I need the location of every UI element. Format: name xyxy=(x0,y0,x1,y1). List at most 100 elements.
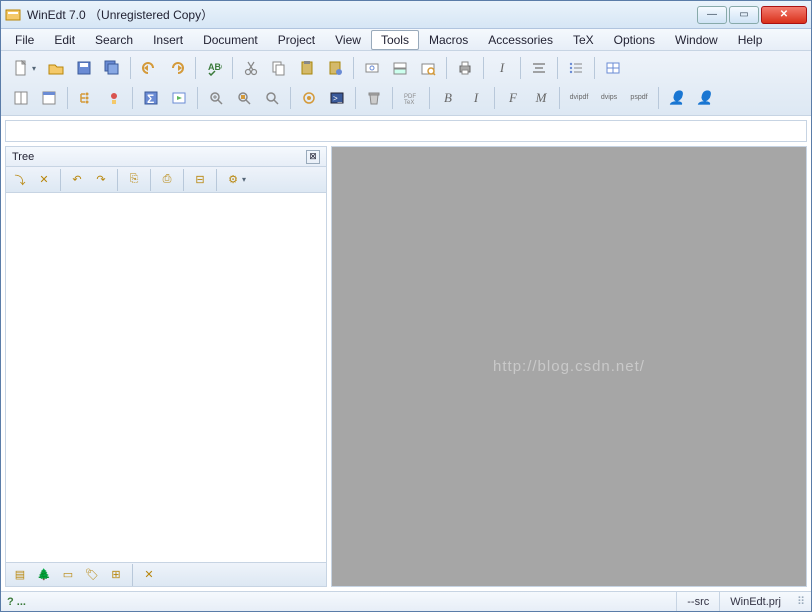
branch-left-icon: ↶ xyxy=(72,173,81,186)
trash-icon xyxy=(366,90,382,106)
undo-button[interactable] xyxy=(136,56,162,80)
menu-project[interactable]: Project xyxy=(268,30,325,50)
view-list-button[interactable]: ▤ xyxy=(9,565,31,585)
cut-button[interactable] xyxy=(238,56,264,80)
new-doc-button[interactable] xyxy=(8,56,34,80)
find-in-files-button[interactable] xyxy=(415,56,441,80)
trash-button[interactable] xyxy=(361,86,387,110)
tree-config-button[interactable] xyxy=(101,86,127,110)
sigma-button[interactable]: ΣΣ xyxy=(138,86,164,110)
close-x-button[interactable]: ✕ xyxy=(138,565,160,585)
expand-button[interactable]: ⤵ xyxy=(9,170,31,190)
dvi-ps-button[interactable]: dvips xyxy=(595,86,623,110)
resize-grip[interactable]: ⠿ xyxy=(791,595,805,608)
save-all-button[interactable] xyxy=(99,56,125,80)
pin-icon[interactable]: ⊠ xyxy=(306,150,320,164)
window-split-button[interactable] xyxy=(8,86,34,110)
zoom-page-button[interactable] xyxy=(259,86,285,110)
tree-body[interactable] xyxy=(6,193,326,562)
dropdown-arrow-icon[interactable]: ▾ xyxy=(32,64,40,73)
titlebar: WinEdt 7.0 （Unregistered Copy） — ▭ ✕ xyxy=(1,1,811,29)
person1-button[interactable]: 👤 xyxy=(664,86,690,110)
view-tree-button[interactable]: 🌲 xyxy=(33,565,55,585)
ps-pdf-button[interactable]: pspdf xyxy=(625,86,653,110)
window-new-button[interactable] xyxy=(36,86,62,110)
branch-right-button[interactable]: ↷ xyxy=(90,170,112,190)
menu-insert[interactable]: Insert xyxy=(143,30,193,50)
font-m-button[interactable]: M xyxy=(528,86,554,110)
run-macro-button[interactable] xyxy=(166,86,192,110)
window-new-icon xyxy=(41,90,57,106)
view-tags-button[interactable]: 🏷 xyxy=(81,565,103,585)
view-flat-button[interactable]: ▭ xyxy=(57,565,79,585)
view-list-icon: ▤ xyxy=(15,568,25,581)
view-mixed-button[interactable]: ⊞ xyxy=(105,565,127,585)
statusbar: ? ... --src WinEdt.prj ⠿ xyxy=(1,591,811,611)
separator xyxy=(232,57,233,79)
tree-sync-button[interactable] xyxy=(73,86,99,110)
redo-button[interactable] xyxy=(164,56,190,80)
spellcheck-button[interactable]: ABC xyxy=(201,56,227,80)
menu-tools[interactable]: Tools xyxy=(371,30,419,50)
separator xyxy=(446,57,447,79)
menu-tex[interactable]: TeX xyxy=(563,30,604,50)
zoom-fit-button[interactable] xyxy=(231,86,257,110)
collapse-x-button[interactable]: ✕ xyxy=(33,170,55,190)
pdf-tex-button[interactable]: PDFTeX xyxy=(398,86,424,110)
dvi-pdf-button[interactable]: dvipdf xyxy=(565,86,593,110)
maximize-button[interactable]: ▭ xyxy=(729,6,759,24)
menu-search[interactable]: Search xyxy=(85,30,143,50)
italic-button[interactable]: I xyxy=(489,56,515,80)
open-button[interactable] xyxy=(43,56,69,80)
options-button[interactable]: ⚙ xyxy=(222,170,244,190)
font-f-button[interactable]: F xyxy=(500,86,526,110)
replace-button[interactable] xyxy=(387,56,413,80)
console-button[interactable]: >_ xyxy=(324,86,350,110)
window-split-icon xyxy=(13,90,29,106)
central-area: Tree ⊠ ⤵✕↶↷⎘⎙⊟⚙▾ ▤🌲▭🏷⊞✕ http://blog.csdn… xyxy=(5,146,807,587)
dropdown-arrow-icon[interactable]: ▾ xyxy=(242,175,250,184)
close-button[interactable]: ✕ xyxy=(761,6,807,24)
menu-macros[interactable]: Macros xyxy=(419,30,478,50)
new-doc-icon xyxy=(13,60,29,76)
italic2-button[interactable]: I xyxy=(463,86,489,110)
close-x-icon: ✕ xyxy=(144,568,153,581)
paste-button[interactable] xyxy=(294,56,320,80)
save-button[interactable] xyxy=(71,56,97,80)
editor-area[interactable]: http://blog.csdn.net/ xyxy=(331,146,807,587)
paste-special-button[interactable] xyxy=(322,56,348,80)
zoom-fit-icon xyxy=(236,90,252,106)
view-mixed-icon: ⊞ xyxy=(111,568,120,581)
menu-accessories[interactable]: Accessories xyxy=(478,30,563,50)
separator xyxy=(355,87,356,109)
find-button[interactable] xyxy=(359,56,385,80)
minimize-button[interactable]: — xyxy=(697,6,727,24)
menu-view[interactable]: View xyxy=(325,30,371,50)
view-tree-icon: 🌲 xyxy=(37,568,51,581)
menu-help[interactable]: Help xyxy=(728,30,773,50)
branch-left-button[interactable]: ↶ xyxy=(66,170,88,190)
copy-button[interactable] xyxy=(266,56,292,80)
separator xyxy=(594,57,595,79)
window-title: WinEdt 7.0 （Unregistered Copy） xyxy=(27,6,213,23)
tree-sync-icon xyxy=(78,90,94,106)
zoom-in-button[interactable] xyxy=(203,86,229,110)
paste-node-button[interactable]: ⎙ xyxy=(156,170,178,190)
copy-node-button[interactable]: ⎘ xyxy=(123,170,145,190)
collapse-all-button[interactable]: ⊟ xyxy=(189,170,211,190)
menu-edit[interactable]: Edit xyxy=(44,30,85,50)
menu-document[interactable]: Document xyxy=(193,30,268,50)
print-button[interactable] xyxy=(452,56,478,80)
document-tabstrip[interactable] xyxy=(5,120,807,142)
table-button[interactable] xyxy=(600,56,626,80)
menu-window[interactable]: Window xyxy=(665,30,728,50)
menu-file[interactable]: File xyxy=(5,30,44,50)
bold-button[interactable]: B xyxy=(435,86,461,110)
status-left[interactable]: ? ... xyxy=(7,596,26,608)
find-in-files-icon xyxy=(420,60,436,76)
execute-button[interactable] xyxy=(296,86,322,110)
person2-button[interactable]: 👤 xyxy=(692,86,718,110)
menu-options[interactable]: Options xyxy=(604,30,665,50)
align-center-button[interactable] xyxy=(526,56,552,80)
list-button[interactable] xyxy=(563,56,589,80)
